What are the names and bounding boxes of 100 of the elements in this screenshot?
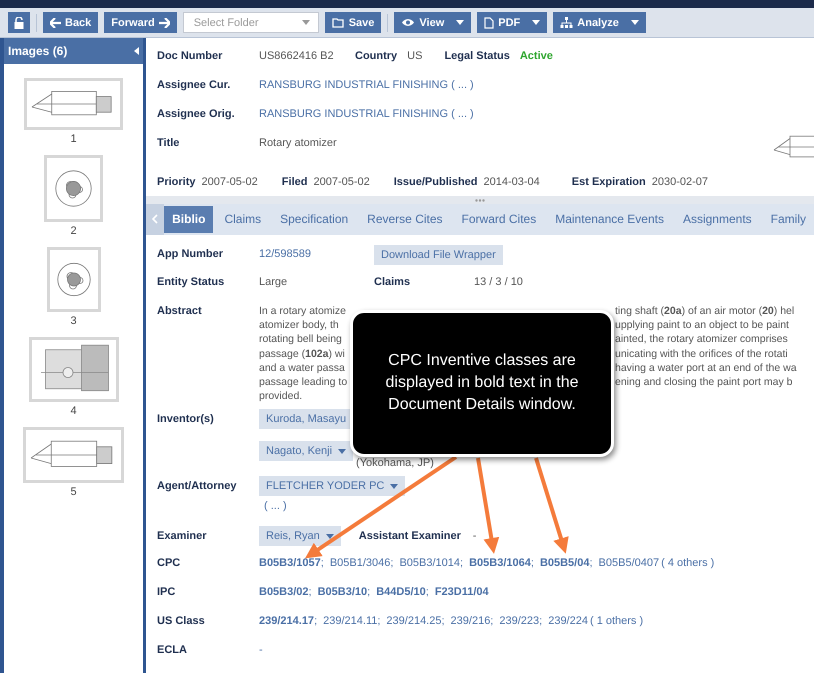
field-value: US	[407, 50, 422, 62]
class-code[interactable]: B05B5/04;	[540, 557, 593, 570]
caret-icon	[532, 20, 540, 25]
arrow-left-icon	[50, 18, 61, 28]
tab[interactable]: Specification	[272, 206, 356, 233]
caret-icon	[338, 448, 346, 454]
more-link[interactable]: ( 4 others )	[661, 557, 714, 570]
class-code[interactable]: B05B3/1014;	[399, 557, 464, 570]
field-value: US8662416 B2	[259, 50, 335, 62]
caret-icon	[456, 20, 464, 25]
thumbnail[interactable]	[44, 155, 103, 222]
tab[interactable]: Assignments	[674, 206, 760, 233]
app-number-link[interactable]: 12/598589	[259, 248, 374, 260]
tab[interactable]: Family	[762, 206, 814, 233]
menu-button[interactable]: Analyze	[553, 12, 646, 33]
status-text: Active	[520, 50, 553, 62]
date-value: 2014-03-04	[484, 176, 540, 188]
folder-icon	[332, 18, 345, 28]
class-code[interactable]: F23D11/04	[434, 586, 489, 598]
caret-icon	[302, 20, 310, 25]
menu-button[interactable]: PDF	[477, 12, 548, 33]
field-label: CPC	[157, 557, 182, 570]
abstract-text: passage leading to	[259, 376, 348, 390]
panel-title: Images (6)	[8, 44, 68, 58]
more-link[interactable]: ( 1 others )	[590, 615, 644, 628]
caret-icon	[326, 534, 334, 539]
abstract-text: ening and closing the paint port may b	[615, 376, 792, 390]
agent-chip[interactable]: FLETCHER YODER PC	[259, 476, 406, 496]
more-link[interactable]: ( ... )	[264, 500, 384, 512]
field-label: IPC	[157, 586, 176, 598]
assignee-link[interactable]: RANSBURG INDUSTRIAL FINISHING ( ... )	[259, 78, 474, 90]
field-value: Large	[259, 276, 288, 288]
tab[interactable]: Reverse Cites	[359, 206, 451, 233]
tab[interactable]: Claims	[216, 206, 270, 233]
class-code[interactable]: 239/223;	[499, 615, 542, 628]
image-number: 4	[70, 405, 77, 417]
field-value: -	[472, 530, 476, 542]
callout-text: CPC Inventive classes are displayed in bold text in the Document Details window.	[385, 352, 578, 413]
collapse-icon[interactable]	[134, 47, 139, 55]
caret-icon	[390, 484, 398, 489]
class-code[interactable]: B05B1/3046;	[330, 557, 394, 570]
class-code[interactable]: B44D5/10;	[376, 586, 429, 598]
class-code[interactable]: 239/224	[548, 615, 588, 628]
field-label: Assistant Examiner	[358, 530, 462, 542]
tab[interactable]: Forward Cites	[454, 206, 544, 233]
lock-button[interactable]	[8, 12, 30, 33]
field-label: Entity Status	[157, 276, 226, 288]
class-code[interactable]: 239/216;	[450, 615, 494, 628]
menu-button[interactable]: View	[394, 12, 472, 33]
folder-select[interactable]: Select Folder	[182, 12, 319, 33]
field-label: Issue/Published	[394, 176, 478, 188]
field-label: Abstract	[157, 305, 203, 318]
examiner-chip[interactable]: Reis, Ryan	[259, 526, 341, 546]
field-label: Priority	[157, 176, 196, 188]
save-button[interactable]: Save	[324, 12, 382, 33]
field-label: Country	[355, 50, 398, 62]
field-value: 13 / 3 / 10	[474, 276, 523, 288]
class-code[interactable]: B05B3/02;	[259, 586, 312, 598]
field-label: Legal Status	[444, 50, 510, 62]
chevron-left-icon	[152, 214, 158, 224]
field-label: Title	[157, 136, 180, 148]
abstract-text: atomizer body, th	[259, 319, 339, 334]
field-label: Examiner	[157, 530, 208, 542]
class-code[interactable]: B05B3/1057;	[259, 557, 324, 570]
tab[interactable]: Biblio	[164, 206, 214, 233]
eye-icon	[401, 18, 416, 27]
lock-icon	[14, 16, 24, 28]
abstract-text: ainted, the rotary atomizer comprises	[615, 333, 788, 348]
download-button[interactable]: Download File Wrapper	[374, 245, 503, 266]
date-value: 2007-05-02	[313, 176, 370, 188]
thumbnail[interactable]	[46, 247, 100, 312]
class-code[interactable]: B05B3/1064;	[469, 557, 534, 570]
abstract-text: having a water port at an end of the wa	[615, 362, 797, 376]
abstract-text: passage (102a) wi	[259, 348, 345, 362]
caret-icon	[630, 20, 639, 25]
scroll-left-button[interactable]	[146, 204, 164, 236]
date-value: 2007-05-02	[202, 176, 258, 188]
field-label: Claims	[374, 276, 412, 288]
inventor-chip[interactable]: Nagato, Kenji	[259, 441, 354, 462]
abstract-text: ting shaft (20a) of an air motor (20) hel	[615, 305, 794, 320]
field-label: ECLA	[157, 644, 188, 656]
class-code[interactable]: 239/214.17;	[259, 615, 318, 628]
back-button[interactable]: Back	[43, 12, 98, 33]
class-code[interactable]: B05B5/0407	[598, 557, 660, 570]
abstract-text: rotating bell being	[259, 333, 342, 348]
tab[interactable]: Maintenance Events	[547, 206, 672, 233]
splitter-handle[interactable]	[475, 198, 485, 202]
abstract-text: upplying paint to an object to be paint	[615, 319, 789, 334]
assignee-link[interactable]: RANSBURG INDUSTRIAL FINISHING ( ... )	[259, 108, 474, 120]
forward-button[interactable]: Forward	[104, 12, 177, 33]
document-icon	[484, 16, 494, 28]
field-label: Est Expiration	[572, 176, 646, 188]
class-code[interactable]: 239/214.25;	[386, 615, 445, 628]
image-number: 5	[70, 486, 77, 498]
class-code[interactable]: B05B3/10;	[318, 586, 370, 598]
class-code[interactable]: 239/214.11;	[323, 615, 380, 628]
date-value: 2030-02-07	[652, 176, 708, 188]
field-label: Doc Number	[157, 50, 224, 62]
field-label: Filed	[282, 176, 308, 188]
class-code[interactable]: -	[259, 644, 263, 656]
